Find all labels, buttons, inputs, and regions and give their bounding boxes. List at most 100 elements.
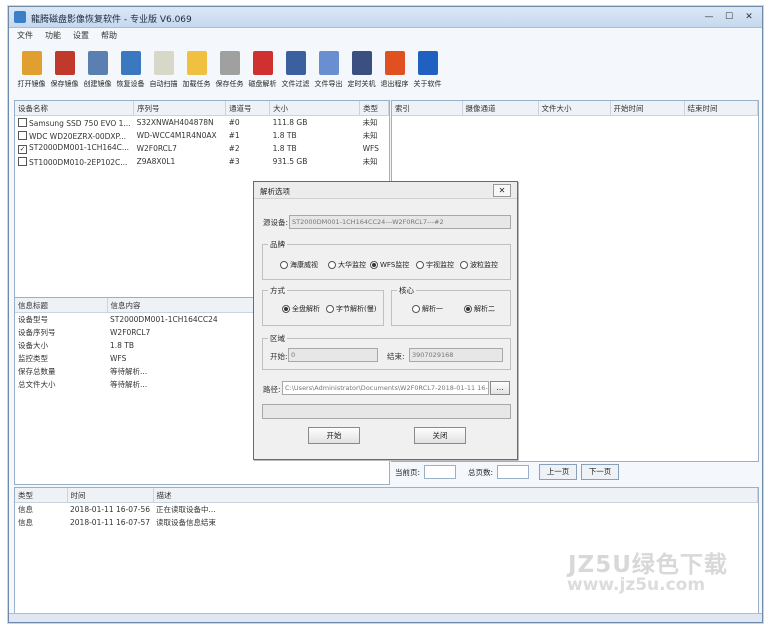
toolbar-button-4[interactable]: 自动扫描 [147,45,180,97]
radio-dot [370,261,378,269]
close-button[interactable]: ✕ [740,10,758,24]
load-task-icon [186,51,207,75]
engine-radio-1[interactable]: 解析二 [464,304,495,314]
log-col-desc[interactable]: 描述 [153,488,759,503]
file-col-size[interactable]: 文件大小 [538,101,611,116]
close-dialog-button[interactable]: 关闭 [414,427,466,444]
minimize-button[interactable]: — [700,10,718,24]
log-time: 2018-01-11 16-07-57 [70,518,151,527]
log-desc: 正在读取设备中... [156,505,216,514]
toolbar-button-10[interactable]: 定时关机 [345,45,378,97]
browse-button[interactable]: ... [490,381,510,395]
brand-radio-1[interactable]: 大华监控 [328,260,366,270]
device-name-cell: Samsung SSD 750 EVO 1... [15,116,134,130]
file-col-start[interactable]: 开始时间 [610,101,685,116]
start-sector-input[interactable]: 0 [288,348,378,362]
toolbar-label: 定时关机 [347,80,376,88]
toolbar-button-8[interactable]: 文件过滤 [279,45,312,97]
toolbar-button-11[interactable]: 退出程序 [378,45,411,97]
end-sector-label: 结束: [387,352,405,361]
device-channel: #0 [228,118,240,127]
exit-icon [384,51,405,75]
brand-radio-3[interactable]: 宇视监控 [416,260,454,270]
toolbar-label: 磁盘解析 [248,80,277,88]
start-sector-label: 开始: [270,352,288,361]
toolbar-button-3[interactable]: 恢复设备 [114,45,147,97]
device-row[interactable]: WDC WD20EZRX-00DXP... WD-WCC4M1R4N0AX #1 1.… [15,129,389,142]
menu-help[interactable]: 帮助 [101,30,117,41]
log-col-time[interactable]: 时间 [67,488,154,503]
device-col-type[interactable]: 类型 [359,101,389,116]
device-checkbox[interactable] [18,156,27,166]
toolbar-button-0[interactable]: 打开镜像 [15,45,48,97]
prev-page-button[interactable]: 上一页 [539,464,578,480]
radio-dot [326,305,334,313]
source-device-label: 源设备: [263,218,289,227]
device-col-size[interactable]: 大小 [269,101,361,116]
next-page-button[interactable]: 下一页 [581,464,620,480]
toolbar-button-12[interactable]: 关于软件 [411,45,444,97]
save-task-icon [219,51,240,75]
toolbar-button-5[interactable]: 加载任务 [180,45,213,97]
brand-radio-0[interactable]: 海康威视 [280,260,318,270]
log-time: 2018-01-11 16-07-56 [70,505,151,514]
log-col-type[interactable]: 类型 [15,488,68,503]
end-sector-input[interactable]: 3907029168 [409,348,503,362]
radio-label: 全盘解析 [292,305,320,313]
device-row[interactable]: ✓ ST2000DM001-1CH164C... W2F0RCL7 #2 1.8 TB W… [15,142,389,155]
device-col-channel[interactable]: 通道号 [225,101,271,116]
dialog-close-button[interactable]: ✕ [493,184,511,197]
save-image-icon [54,51,75,75]
device-row[interactable]: Samsung SSD 750 EVO 1... S32XNWAH404878N #… [15,116,389,130]
toolbar-label: 关于软件 [413,80,442,88]
toolbar-label: 退出程序 [380,80,409,88]
create-image-icon [87,51,108,75]
device-type: WFS [362,144,379,153]
menu-function[interactable]: 功能 [45,30,61,41]
device-row[interactable]: ST1000DM010-2EP102C... Z9A8X0L1 #3 931.5 GB… [15,155,389,168]
menu-settings[interactable]: 设置 [73,30,89,41]
toolbar-button-7[interactable]: 磁盘解析 [246,45,279,97]
start-button[interactable]: 开始 [308,427,360,444]
brand-radio-4[interactable]: 波粒监控 [460,260,498,270]
engine-radio-0[interactable]: 解析一 [412,304,443,314]
mode-radio-0[interactable]: 全盘解析 [282,304,320,314]
device-col-serial[interactable]: 序列号 [133,101,227,116]
maximize-button[interactable]: ☐ [720,10,738,24]
device-channel: #2 [228,144,240,153]
radio-label: 解析二 [474,305,495,313]
mode-radio-1[interactable]: 字节解析(慢) [326,304,376,314]
device-serial: WD-WCC4M1R4N0AX [136,131,217,140]
file-col-index[interactable]: 索引 [392,101,463,116]
menu-bar: 文件 功能 设置 帮助 [9,28,762,42]
device-type: 未知 [362,118,378,127]
device-col-name[interactable]: 设备名称 [15,101,135,116]
path-input[interactable]: C:\Users\Administrator\Documents\W2F0RCL… [282,381,489,395]
info-key: 总文件大小 [18,380,56,389]
log-type: 信息 [18,505,33,514]
radio-label: 解析一 [422,305,443,313]
current-page-input[interactable] [424,465,457,479]
range-group-title: 区域 [268,333,287,344]
toolbar-button-2[interactable]: 创建镜像 [81,45,114,97]
device-name: Samsung SSD 750 EVO 1... [29,118,131,128]
info-col-title[interactable]: 信息标题 [15,298,108,313]
toolbar-label: 创建镜像 [83,80,112,88]
app-icon [14,11,26,23]
toolbar-label: 自动扫描 [149,80,178,88]
device-checkbox[interactable] [18,117,27,127]
file-col-channel[interactable]: 摄像通道 [462,101,539,116]
device-checkbox[interactable]: ✓ [18,145,27,154]
menu-file[interactable]: 文件 [17,30,33,41]
device-name: ST2000DM001-1CH164C... [29,143,130,152]
toolbar-button-6[interactable]: 保存任务 [213,45,246,97]
toolbar-label: 打开镜像 [17,80,46,88]
radio-dot [280,261,288,269]
brand-radio-2[interactable]: WFS监控 [370,260,409,270]
device-checkbox[interactable] [18,130,27,140]
toolbar-label: 保存任务 [215,80,244,88]
toolbar-button-1[interactable]: 保存镜像 [48,45,81,97]
toolbar-button-9[interactable]: 文件导出 [312,45,345,97]
file-col-end[interactable]: 结束时间 [684,101,758,116]
file-filter-icon [285,51,306,75]
